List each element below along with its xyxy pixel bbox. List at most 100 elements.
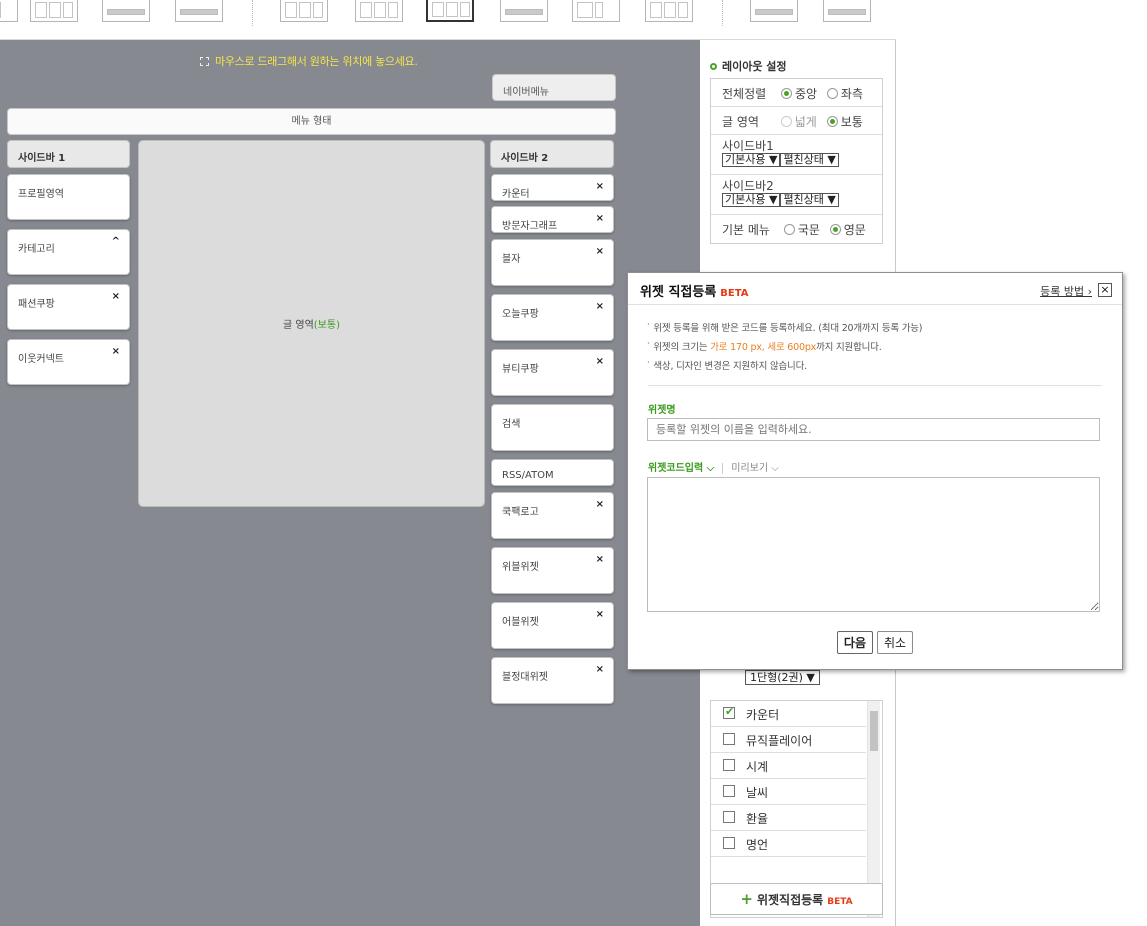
bullet-icon [710, 63, 717, 70]
layout-option[interactable] [175, 0, 223, 22]
widget-list-item[interactable]: 환율 [711, 805, 866, 831]
widget-list-item[interactable]: 뮤직플레이어 [711, 727, 866, 753]
sidebar1-widget[interactable]: 이웃커넥트 × [7, 339, 130, 385]
close-icon[interactable]: × [1098, 283, 1112, 297]
note-2-pre: 위젯의 크기는 [653, 342, 711, 353]
remove-icon[interactable]: × [596, 664, 604, 675]
layout-option[interactable] [355, 0, 403, 22]
widget-label: 오늘쿠팡 [502, 309, 539, 320]
menu-ko-radio[interactable] [783, 224, 795, 235]
naver-menu-block[interactable]: 네이버메뉴 [492, 74, 616, 101]
widget-checkbox[interactable] [723, 705, 735, 719]
widget-type-select[interactable]: 1단형(2권) ▼ [745, 670, 820, 685]
note-3-text: 색상, 디자인 변경은 지원하지 않습니다. [653, 361, 807, 372]
widget-checkbox[interactable] [723, 733, 735, 745]
sidebar2-widget[interactable]: 검색 [491, 404, 614, 451]
widget-name-input[interactable] [647, 418, 1100, 441]
drag-icon [200, 57, 209, 66]
menu-en-radio[interactable] [829, 224, 841, 235]
remove-icon[interactable]: × [596, 609, 604, 620]
remove-icon[interactable]: × [596, 301, 604, 312]
layout-option[interactable] [823, 0, 871, 22]
settings-title-text: 레이아웃 설정 [722, 60, 787, 73]
widget-checkbox[interactable] [723, 759, 735, 771]
layout-option[interactable] [645, 0, 693, 22]
collapse-icon[interactable]: ^ [112, 236, 120, 247]
area-wide-label[interactable]: 넓게 [795, 115, 817, 129]
sidebar1-widget[interactable]: 카테고리 ^ [7, 229, 130, 275]
area-wide-radio[interactable] [780, 116, 792, 127]
sidebar2-widget[interactable]: 위블위젯 × [491, 547, 614, 594]
divider [252, 0, 253, 26]
content-area[interactable]: 글 영역 (보통) [138, 140, 485, 507]
note-2-highlight: 가로 170 px, 세로 600px [710, 342, 817, 353]
sidebar1-use-select[interactable]: 기본사용 ▼ [722, 153, 781, 167]
menu-ko-label[interactable]: 국문 [798, 223, 820, 237]
align-left-radio[interactable] [826, 88, 838, 99]
widget-list-item[interactable]: 카운터 [711, 701, 866, 727]
remove-icon[interactable]: × [596, 554, 604, 565]
sidebar2-widget[interactable]: 쿡팩로고 × [491, 492, 614, 539]
how-to-register-link[interactable]: 등록 방법 › [1040, 283, 1092, 299]
widget-label: 어블위젯 [502, 617, 539, 628]
sidebar2-widget[interactable]: 어블위젯 × [491, 602, 614, 649]
remove-icon[interactable]: × [596, 356, 604, 367]
sidebar2-header[interactable]: 사이드바 2 [490, 140, 614, 168]
tab-code-input[interactable]: 위젯코드입력 ⌵ [648, 463, 714, 474]
widget-list-item[interactable]: 시계 [711, 753, 866, 779]
sidebar1-widget[interactable]: 패션쿠팡 × [7, 284, 130, 330]
remove-icon[interactable]: × [596, 181, 604, 192]
sidebar2-widget[interactable]: 오늘쿠팡 × [491, 294, 614, 341]
remove-icon[interactable]: × [596, 499, 604, 510]
widget-label: 프로필영역 [18, 189, 64, 200]
layout-canvas: 마우스로 드래그해서 원하는 위치에 놓으세요. 네이버메뉴 메뉴 형태 사이드… [0, 40, 700, 926]
layout-option[interactable] [750, 0, 798, 22]
layout-option[interactable] [30, 0, 78, 22]
sidebar2-use-select[interactable]: 기본사용 ▼ [722, 193, 781, 207]
tab-preview[interactable]: 미리보기 ⌵ [722, 463, 779, 474]
area-normal-label[interactable]: 보통 [841, 115, 863, 129]
layout-option[interactable] [500, 0, 548, 22]
scroll-thumb[interactable] [870, 711, 878, 751]
widget-list-item[interactable]: 명언 [711, 831, 866, 857]
layout-option-selected[interactable] [426, 0, 474, 22]
widget-checkbox[interactable] [723, 785, 735, 797]
dialog-header: 위젯 직접등록 BETA 등록 방법 › × [628, 273, 1122, 305]
remove-icon[interactable]: × [112, 291, 120, 302]
align-center-label[interactable]: 중앙 [795, 87, 817, 101]
sidebar1-state-select[interactable]: 펼친상태 ▼ [780, 153, 839, 167]
widget-label: 이웃커넥트 [18, 354, 64, 365]
align-center-radio[interactable] [781, 88, 792, 99]
align-left-label[interactable]: 좌측 [841, 87, 863, 101]
sidebar1-widget[interactable]: 프로필영역 [7, 174, 130, 220]
cancel-button[interactable]: 취소 [877, 631, 914, 654]
widget-label: 블정대위젯 [502, 672, 548, 683]
sidebar2-widget[interactable]: 블정대위젯 × [491, 657, 614, 704]
remove-icon[interactable]: × [596, 246, 604, 257]
plus-icon: + [740, 890, 753, 908]
menu-style-block[interactable]: 메뉴 형태 [7, 108, 616, 135]
divider [648, 385, 1102, 386]
sidebar2-widget[interactable]: 방문자그래프 × [491, 206, 614, 233]
area-normal-radio[interactable] [826, 116, 838, 127]
widget-code-textarea[interactable] [647, 477, 1100, 612]
remove-icon[interactable]: × [596, 213, 604, 224]
layout-option[interactable] [0, 0, 18, 22]
layout-option[interactable] [572, 0, 620, 22]
sidebar2-widget[interactable]: 뷰티쿠팡 × [491, 349, 614, 396]
widget-list-item[interactable]: 날씨 [711, 779, 866, 805]
sidebar1-header[interactable]: 사이드바 1 [7, 140, 130, 168]
remove-icon[interactable]: × [112, 346, 120, 357]
register-widget-button[interactable]: + 위젯직접등록 BETA [710, 883, 883, 915]
sidebar2-widget[interactable]: RSS/ATOM [491, 459, 614, 486]
sidebar2-widget[interactable]: 카운터 × [491, 174, 614, 201]
widget-checkbox[interactable] [723, 811, 735, 823]
sidebar2-widget[interactable]: 블자 × [491, 239, 614, 286]
layout-option[interactable] [280, 0, 328, 22]
layout-option[interactable] [102, 0, 150, 22]
menu-style-label: 메뉴 형태 [291, 116, 332, 127]
sidebar2-state-select[interactable]: 펼친상태 ▼ [780, 193, 839, 207]
next-button[interactable]: 다음 [836, 631, 873, 654]
widget-checkbox[interactable] [723, 837, 735, 849]
menu-en-label[interactable]: 영문 [844, 223, 866, 237]
